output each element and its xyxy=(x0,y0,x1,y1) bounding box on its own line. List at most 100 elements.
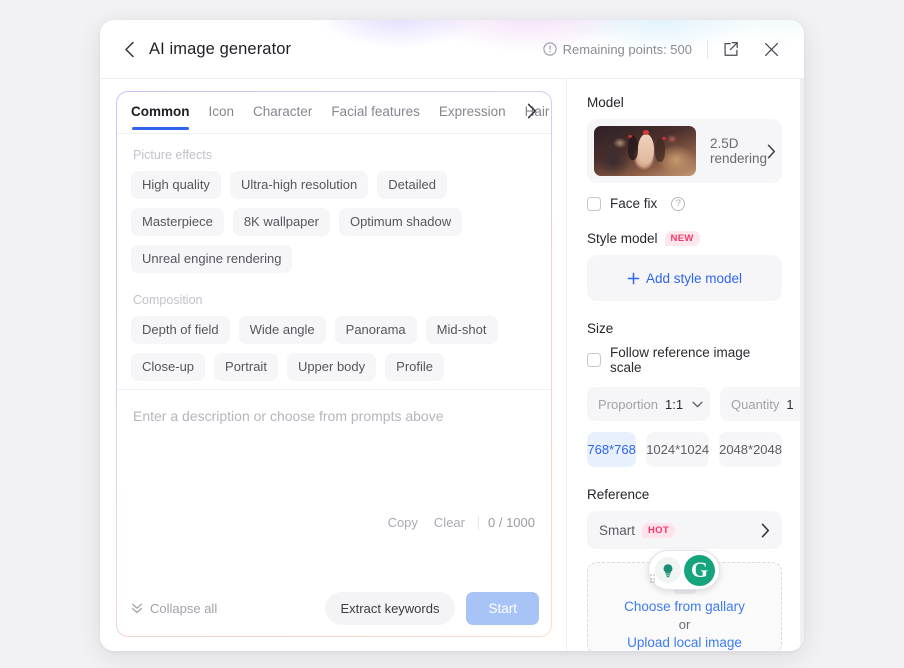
prompt-tag-area: Picture effects High quality Ultra-high … xyxy=(117,134,551,389)
chip-unreal-engine-rendering[interactable]: Unreal engine rendering xyxy=(131,245,293,273)
size-select-row: Proportion 1:1 Quantity 1 xyxy=(587,387,804,421)
prompt-panel: Common Icon Character Facial features Ex… xyxy=(100,79,566,651)
tabs-next-button[interactable] xyxy=(521,100,543,122)
editor-footer-divider xyxy=(478,515,479,530)
quantity-select[interactable]: Quantity 1 xyxy=(720,387,804,421)
tab-common[interactable]: Common xyxy=(131,104,190,130)
character-counter: 0 / 1000 xyxy=(488,515,535,530)
titlebar-divider xyxy=(707,39,708,59)
remaining-points: Remaining points: 500 xyxy=(542,41,707,57)
add-style-model-button[interactable]: Add style model xyxy=(587,255,782,301)
close-button[interactable] xyxy=(754,32,788,66)
chevron-down-icon xyxy=(692,401,703,408)
info-circle-icon xyxy=(542,42,557,56)
chip-depth-of-field[interactable]: Depth of field xyxy=(131,316,230,344)
prompt-category-tabs: Common Icon Character Facial features Ex… xyxy=(117,92,551,134)
model-thumbnail xyxy=(594,126,696,176)
expand-arrow-icon xyxy=(724,41,738,56)
prompt-card: Common Icon Character Facial features Ex… xyxy=(116,91,552,637)
plus-icon xyxy=(627,272,640,284)
chevron-right-icon xyxy=(767,144,776,158)
chip-masterpiece[interactable]: Masterpiece xyxy=(131,208,224,236)
face-fix-checkbox[interactable] xyxy=(587,196,601,211)
chip-wide-angle[interactable]: Wide angle xyxy=(238,316,326,344)
chip-ultra-high-resolution[interactable]: Ultra-high resolution xyxy=(229,171,369,199)
model-section-label: Model xyxy=(587,95,624,110)
back-button[interactable] xyxy=(118,38,140,60)
model-selector[interactable]: 2.5D rendering xyxy=(587,119,782,183)
editor-footer: Copy Clear 0 / 1000 xyxy=(380,515,535,530)
copy-button[interactable]: Copy xyxy=(380,515,426,530)
smart-reference-row[interactable]: Smart HOT xyxy=(587,511,782,549)
style-model-new-badge: NEW xyxy=(664,231,700,246)
smart-hot-badge: HOT xyxy=(642,522,675,538)
grammarly-widget[interactable]: G xyxy=(648,550,720,590)
prompt-editor[interactable]: Enter a description or choose from promp… xyxy=(117,390,551,580)
tab-facial-features[interactable]: Facial features xyxy=(331,104,420,130)
chip-mid-shot[interactable]: Mid-shot xyxy=(425,316,498,344)
clear-button[interactable]: Clear xyxy=(426,515,473,530)
start-button[interactable]: Start xyxy=(466,591,539,625)
proportion-select[interactable]: Proportion 1:1 xyxy=(587,387,710,421)
follow-reference-scale-row[interactable]: Follow reference image scale xyxy=(587,345,782,375)
chip-optimum-shadow[interactable]: Optimum shadow xyxy=(338,208,463,236)
chip-detailed[interactable]: Detailed xyxy=(377,171,447,199)
style-model-label-text: Style model xyxy=(587,231,658,246)
style-model-section-label: Style model NEW xyxy=(587,231,782,246)
double-chevron-down-icon xyxy=(131,603,143,614)
smart-chevron-icon xyxy=(761,523,770,538)
chip-8k-wallpaper[interactable]: 8K wallpaper xyxy=(232,208,330,236)
model-chevron-icon xyxy=(767,144,776,159)
collapse-all-label: Collapse all xyxy=(150,600,218,616)
chip-profile[interactable]: Profile xyxy=(385,353,445,381)
follow-reference-scale-label: Follow reference image scale xyxy=(610,345,751,375)
page-title: AI image generator xyxy=(149,39,292,58)
resolution-1024[interactable]: 1024*1024 xyxy=(646,432,710,467)
chip-close-up[interactable]: Close-up xyxy=(131,353,206,381)
follow-reference-scale-checkbox[interactable] xyxy=(587,353,601,367)
upload-local-image-link[interactable]: Upload local image xyxy=(627,635,742,650)
group-title-picture-effects: Picture effects xyxy=(133,148,212,162)
chip-group-picture-effects: High quality Ultra-high resolution Detai… xyxy=(131,171,539,273)
collapse-all-button[interactable]: Collapse all xyxy=(131,601,217,616)
choose-from-gallery-link[interactable]: Choose from gallary xyxy=(624,599,745,614)
quantity-label: Quantity xyxy=(731,396,780,412)
size-section-label: Size xyxy=(587,321,614,336)
proportion-value: 1:1 xyxy=(664,396,684,412)
ai-image-generator-window: AI image generator Remaining points: 500 xyxy=(100,20,804,651)
face-fix-row[interactable]: Face fix ? xyxy=(587,196,782,211)
primary-actions: Extract keywords Start xyxy=(324,591,539,625)
drag-grip-icon[interactable] xyxy=(650,574,655,584)
chevron-left-icon xyxy=(124,41,134,57)
chip-panorama[interactable]: Panorama xyxy=(334,316,417,344)
resolution-options: 768*768 1024*1024 2048*2048 xyxy=(587,432,782,467)
settings-scrollbar[interactable] xyxy=(800,79,804,651)
proportion-label: Proportion xyxy=(598,396,658,412)
resolution-768[interactable]: 768*768 xyxy=(587,432,637,467)
grammarly-logo[interactable]: G xyxy=(684,554,715,586)
tab-expression[interactable]: Expression xyxy=(439,104,506,130)
prompt-input-placeholder[interactable]: Enter a description or choose from promp… xyxy=(133,407,535,427)
titlebar-actions: Remaining points: 500 xyxy=(542,32,788,66)
quantity-value: 1 xyxy=(786,396,794,412)
upload-or-text: or xyxy=(678,617,691,632)
model-name-label: 2.5D rendering xyxy=(710,136,768,166)
extract-keywords-button[interactable]: Extract keywords xyxy=(324,591,456,625)
tab-character[interactable]: Character xyxy=(253,104,312,130)
window-titlebar: AI image generator Remaining points: 500 xyxy=(100,20,804,79)
face-fix-label: Face fix xyxy=(610,196,658,211)
chip-portrait[interactable]: Portrait xyxy=(214,353,278,381)
smart-reference-label: Smart xyxy=(599,522,636,538)
chevron-right-icon xyxy=(761,523,770,537)
lightbulb-icon[interactable] xyxy=(655,557,681,583)
chip-high-quality[interactable]: High quality xyxy=(131,171,221,199)
tab-icon[interactable]: Icon xyxy=(209,104,235,130)
chevron-right-icon xyxy=(527,103,536,119)
expand-button[interactable] xyxy=(714,32,748,66)
prompt-action-bar: Collapse all Extract keywords Start xyxy=(117,580,551,636)
chip-upper-body[interactable]: Upper body xyxy=(286,353,377,381)
remaining-points-label: Remaining points: 500 xyxy=(562,41,692,57)
face-fix-help-icon[interactable]: ? xyxy=(671,196,686,211)
lightbulb-glyph xyxy=(663,563,673,577)
resolution-2048[interactable]: 2048*2048 xyxy=(719,432,782,467)
